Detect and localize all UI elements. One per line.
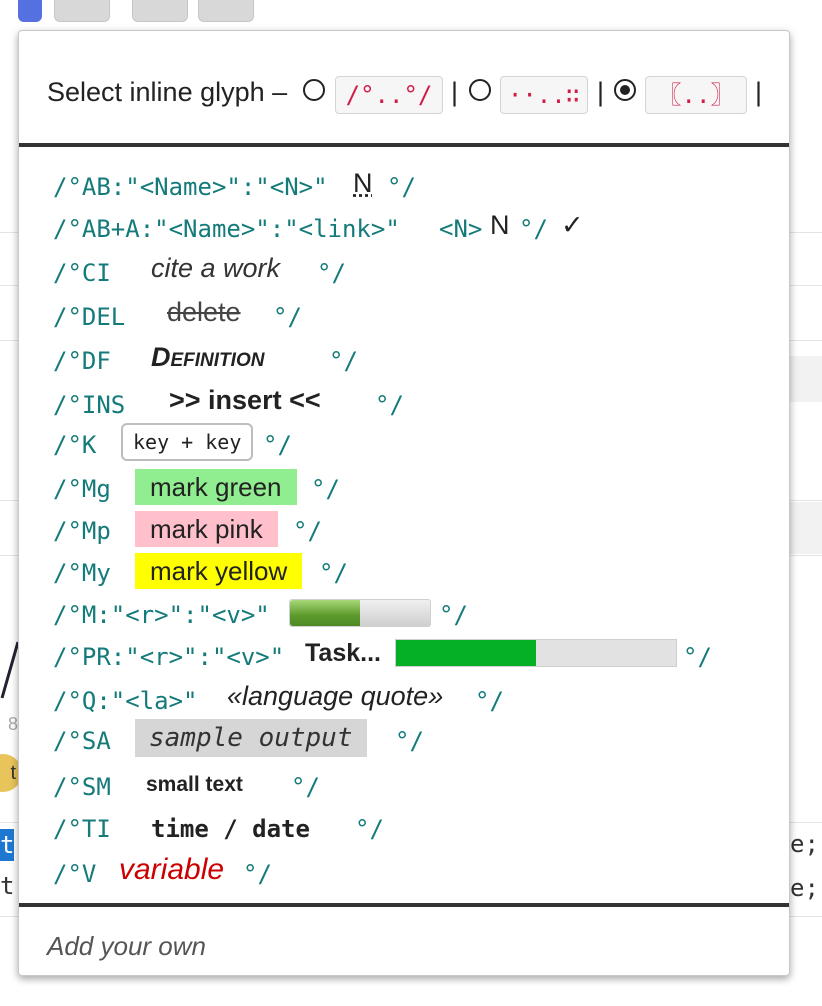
toolbar-button[interactable] <box>198 0 254 22</box>
entry-ab[interactable]: /°AB:"<Name>":"<N>" N °/ <box>53 167 753 207</box>
entry-sample: sample output <box>135 719 367 757</box>
entry-sample: N <box>353 168 373 198</box>
entry-close: °/ <box>291 773 320 801</box>
entry-mp[interactable]: /°Mp mark pink °/ <box>53 511 753 551</box>
entry-df[interactable]: /°DF Definition °/ <box>53 341 753 381</box>
entry-sample: >> insert << <box>169 385 321 415</box>
separator: | <box>755 77 763 107</box>
glyph-option-dots[interactable]: ··..∷ <box>500 76 588 114</box>
entry-close: °/ <box>683 643 712 671</box>
entry-my[interactable]: /°My mark yellow °/ <box>53 553 753 593</box>
entry-code: /°AB:"<Name>":"<N>" <box>53 173 328 201</box>
entry-sample-mark-pink: mark pink <box>135 511 278 547</box>
add-your-own-link[interactable]: Add your own <box>47 931 206 962</box>
glyph-radio-dots[interactable] <box>469 79 491 101</box>
entry-k[interactable]: /°K key + key °/ <box>53 423 753 463</box>
entry-code: /°SM <box>53 773 111 801</box>
entry-close: °/ <box>375 391 404 419</box>
popup-footer: Add your own <box>19 903 789 975</box>
progress-label: Task... <box>305 639 381 667</box>
entry-close: °/ <box>519 215 548 243</box>
entry-code: /°AB+A:"<Name>":"<link>" <box>53 215 400 243</box>
entry-code: /°Q:"<la>" <box>53 687 198 715</box>
glyph-option-brackets[interactable]: 〖..〗 <box>645 76 747 114</box>
entry-sample: N <box>490 210 510 240</box>
entry-sample: small text <box>146 773 243 796</box>
separator: | <box>597 77 605 107</box>
entry-close: °/ <box>243 860 272 888</box>
code-text: e; <box>790 830 819 858</box>
entry-code: /°INS <box>53 391 126 419</box>
entry-sample: cite a work <box>151 253 281 283</box>
entry-code: /°My <box>53 559 111 587</box>
entry-ins[interactable]: /°INS >> insert << °/ <box>53 385 753 425</box>
entry-close: °/ <box>387 173 416 201</box>
entry-code: /°Mg <box>53 475 111 503</box>
entry-close: °/ <box>273 303 302 331</box>
entry-sample-mark-green: mark green <box>135 469 297 505</box>
entry-close: °/ <box>317 259 346 287</box>
entry-sample: delete <box>167 297 241 327</box>
entry-code: /°DF <box>53 347 111 375</box>
code-text: t <box>0 872 15 900</box>
entry-code: /°K <box>53 431 97 459</box>
drawing-stroke <box>0 641 20 699</box>
entry-sample: time / date <box>151 815 310 843</box>
entry-close: °/ <box>329 347 358 375</box>
meter-fill <box>290 600 360 626</box>
entry-close: °/ <box>355 815 384 843</box>
glyph-selector-label: Select inline glyph – <box>47 77 288 107</box>
entry-v[interactable]: /°V variable °/ <box>53 853 753 893</box>
entry-ab-a[interactable]: /°AB+A:"<Name>":"<link>" <N> N °/ ✓ <box>53 209 773 249</box>
entry-pr[interactable]: /°PR:"<r>":"<v>" Task... °/ <box>53 637 789 677</box>
entry-q[interactable]: /°Q:"<la>" «language quote» °/ <box>53 681 753 721</box>
progress-fill <box>396 640 536 666</box>
entry-sample-mark-yellow: mark yellow <box>135 553 303 589</box>
separator: | <box>451 77 459 107</box>
glyph-selector: Select inline glyph – /°..°/ | ··..∷ | 〖… <box>19 31 789 147</box>
entry-sample-kbd: key + key <box>121 423 254 461</box>
glyph-radio-brackets[interactable] <box>614 79 636 101</box>
entry-code: /°DEL <box>53 303 126 331</box>
entry-close: °/ <box>439 601 468 629</box>
editor-panel <box>790 356 822 402</box>
code-text: e; <box>790 874 819 902</box>
inline-glyph-popup: Select inline glyph – /°..°/ | ··..∷ | 〖… <box>18 30 790 976</box>
entry-sample: «language quote» <box>227 681 444 711</box>
entry-mg[interactable]: /°Mg mark green °/ <box>53 469 753 509</box>
entry-close: °/ <box>263 431 292 459</box>
entry-code: /°V <box>53 860 97 888</box>
entry-code: /°CI <box>53 259 111 287</box>
entry-ci[interactable]: /°CI cite a work °/ <box>53 253 753 293</box>
entry-close: °/ <box>311 475 340 503</box>
entry-code: /°M:"<r>":"<v>" <box>53 601 270 629</box>
entry-close: °/ <box>319 559 348 587</box>
glyph-radio-slash[interactable] <box>303 79 325 101</box>
meter-bar <box>289 599 431 627</box>
toolbar-button-blue[interactable] <box>18 0 42 22</box>
entry-code: /°TI <box>53 815 111 843</box>
entry-n-tag: <N> <box>439 215 483 243</box>
entry-ti[interactable]: /°TI time / date °/ <box>53 809 753 849</box>
toolbar-button[interactable] <box>54 0 110 22</box>
selected-text[interactable]: t <box>0 829 14 861</box>
line-number: 8 <box>8 714 19 734</box>
entry-sample: variable <box>119 853 225 886</box>
entry-sa[interactable]: /°SA sample output °/ <box>53 719 753 759</box>
entry-sm[interactable]: /°SM small text °/ <box>53 767 753 807</box>
entry-close: °/ <box>475 687 504 715</box>
entry-code: /°PR:"<r>":"<v>" <box>53 643 285 671</box>
entry-close: °/ <box>293 517 322 545</box>
toolbar-button[interactable] <box>132 0 188 22</box>
entry-del[interactable]: /°DEL delete °/ <box>53 297 753 337</box>
entry-close: °/ <box>395 727 424 755</box>
editor-panel <box>790 502 822 554</box>
progress-bar <box>395 639 677 667</box>
entry-code: /°Mp <box>53 517 111 545</box>
glyph-option-slash[interactable]: /°..°/ <box>335 76 443 114</box>
entry-code: /°SA <box>53 727 111 755</box>
check-icon: ✓ <box>561 210 584 240</box>
entry-m[interactable]: /°M:"<r>":"<v>" °/ <box>53 595 773 635</box>
entry-sample: Definition <box>151 342 265 372</box>
